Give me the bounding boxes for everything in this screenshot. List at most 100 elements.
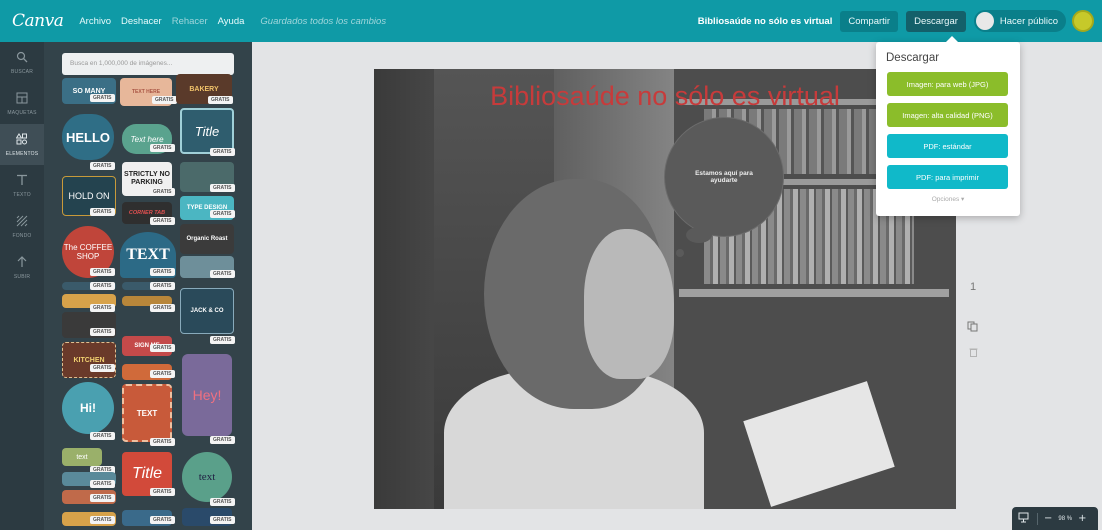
free-badge: GRATIS — [90, 94, 115, 102]
download-pdf-print-button[interactable]: PDF: para imprimir — [887, 165, 1008, 189]
download-menu: Descargar Imagen: para web (JPG) Imagen:… — [876, 36, 1020, 216]
thumb-label: TEXT HERE — [131, 89, 161, 95]
free-badge: GRATIS — [90, 268, 115, 276]
speech-bubble[interactable]: Estamos aquí para ayudarte — [664, 117, 784, 237]
free-badge: GRATIS — [150, 144, 175, 152]
background-icon — [16, 215, 28, 230]
free-badge: GRATIS — [152, 96, 177, 104]
avatar[interactable] — [1072, 10, 1094, 32]
text-icon — [16, 174, 28, 189]
thumb-label: KITCHEN — [73, 356, 105, 364]
upload-icon — [16, 255, 28, 271]
rail-label: SUBIR — [13, 273, 31, 280]
free-badge: GRATIS — [150, 438, 175, 446]
free-badge: GRATIS — [90, 516, 115, 524]
left-rail: BUSCAR MAQUETAS ELEMENTOS TEXTO FONDO SU… — [0, 42, 44, 530]
thumb-label: text — [76, 453, 88, 461]
design-canvas[interactable]: Bibliosaúde no sólo es virtual Estamos a… — [374, 69, 956, 509]
element-thumb[interactable]: text — [182, 452, 232, 502]
document-title[interactable]: Bibliosaúde no sólo es virtual — [698, 16, 833, 27]
zoom-control: − 98 % + — [1012, 507, 1098, 530]
free-badge: GRATIS — [210, 210, 235, 218]
free-badge: GRATIS — [210, 184, 235, 192]
free-badge: GRATIS — [210, 498, 235, 506]
save-status: Guardados todos los cambios — [260, 15, 387, 27]
thumb-label: Organic Roast — [186, 236, 228, 242]
free-badge: GRATIS — [150, 282, 175, 290]
thumb-label: CORNER TAB — [128, 210, 166, 216]
thumb-label: HOLD ON — [68, 191, 110, 201]
element-thumb[interactable]: HELLO — [62, 114, 114, 160]
element-thumb[interactable]: Hey! — [182, 354, 232, 436]
delete-page-icon[interactable] — [969, 347, 978, 360]
design-headline[interactable]: Bibliosaúde no sólo es virtual — [374, 81, 956, 112]
free-badge: GRATIS — [210, 270, 235, 278]
element-thumb[interactable]: text — [62, 448, 102, 466]
free-badge: GRATIS — [90, 364, 115, 372]
thumb-label: Title — [194, 123, 220, 139]
download-jpg-button[interactable]: Imagen: para web (JPG) — [887, 72, 1008, 96]
element-thumb[interactable]: KITCHEN — [62, 342, 116, 378]
zoom-out-icon[interactable]: − — [1044, 513, 1052, 524]
free-badge: GRATIS — [210, 336, 235, 344]
duplicate-page-icon[interactable] — [967, 321, 978, 335]
menu-deshacer[interactable]: Deshacer — [121, 16, 162, 27]
free-badge: GRATIS — [210, 516, 235, 524]
free-badge: GRATIS — [150, 188, 175, 196]
element-thumb[interactable]: TEXT — [122, 384, 172, 442]
element-thumb[interactable]: Hi! — [62, 382, 114, 434]
thumb-label: Hi! — [80, 401, 96, 415]
thumb-label: HELLO — [65, 129, 111, 145]
thumb-label: BAKERY — [189, 85, 219, 93]
publish-toggle[interactable]: Hacer público — [973, 10, 1066, 32]
top-bar: Canva Archivo Deshacer Rehacer Ayuda Gua… — [0, 0, 1102, 42]
person-face — [584, 229, 674, 379]
thumb-label: Hey! — [192, 387, 222, 403]
search-input[interactable]: Busca en 1,000,000 de imágenes... — [62, 53, 234, 75]
rail-item-elementos[interactable]: ELEMENTOS — [0, 124, 44, 165]
download-options-link[interactable]: Opciones ▾ — [876, 195, 1020, 203]
rail-item-subir[interactable]: SUBIR — [0, 247, 44, 288]
free-badge: GRATIS — [90, 432, 115, 440]
menu-archivo[interactable]: Archivo — [79, 16, 111, 27]
toggle-knob — [975, 12, 994, 30]
zoom-in-icon[interactable]: + — [1078, 513, 1086, 524]
thumb-label: The COFFEE SHOP — [63, 243, 113, 261]
rail-label: MAQUETAS — [7, 109, 37, 116]
free-badge: GRATIS — [90, 494, 115, 502]
free-badge: GRATIS — [150, 268, 175, 276]
rail-item-texto[interactable]: TEXTO — [0, 165, 44, 206]
speech-bubble-tail — [686, 227, 712, 243]
rail-item-buscar[interactable]: BUSCAR — [0, 42, 44, 83]
free-badge: GRATIS — [150, 370, 175, 378]
present-icon[interactable] — [1018, 512, 1029, 526]
thumb-label: text — [198, 471, 216, 483]
element-thumb[interactable]: JACK & CO — [180, 288, 234, 334]
free-badge: GRATIS — [90, 162, 115, 170]
element-thumb[interactable]: Organic Roast — [180, 224, 234, 254]
thumb-label: JACK & CO — [190, 308, 224, 314]
menu-ayuda[interactable]: Ayuda — [218, 16, 245, 27]
free-badge: GRATIS — [208, 96, 233, 104]
rail-item-fondo[interactable]: FONDO — [0, 206, 44, 247]
rail-label: FONDO — [12, 232, 32, 239]
free-badge: GRATIS — [150, 344, 175, 352]
search-icon — [16, 51, 28, 66]
rail-label: TEXTO — [13, 191, 31, 198]
download-pdf-standard-button[interactable]: PDF: estándar — [887, 134, 1008, 158]
thumb-label: Text here — [130, 134, 164, 144]
free-badge: GRATIS — [90, 208, 115, 216]
rail-label: BUSCAR — [10, 68, 34, 75]
speech-bubble-dot — [676, 249, 684, 257]
download-png-button[interactable]: Imagen: alta calidad (PNG) — [887, 103, 1008, 127]
rail-item-maquetas[interactable]: MAQUETAS — [0, 83, 44, 124]
download-menu-title: Descargar — [886, 52, 940, 64]
page-number: 1 — [970, 281, 977, 293]
thumb-label: TEXT — [126, 246, 170, 263]
share-button[interactable]: Compartir — [840, 10, 899, 32]
thumb-label: TEXT — [136, 408, 158, 418]
free-badge: GRATIS — [90, 304, 115, 312]
menu-rehacer[interactable]: Rehacer — [172, 16, 208, 27]
canva-logo[interactable]: Canva — [12, 11, 64, 31]
download-button[interactable]: Descargar — [906, 10, 966, 32]
